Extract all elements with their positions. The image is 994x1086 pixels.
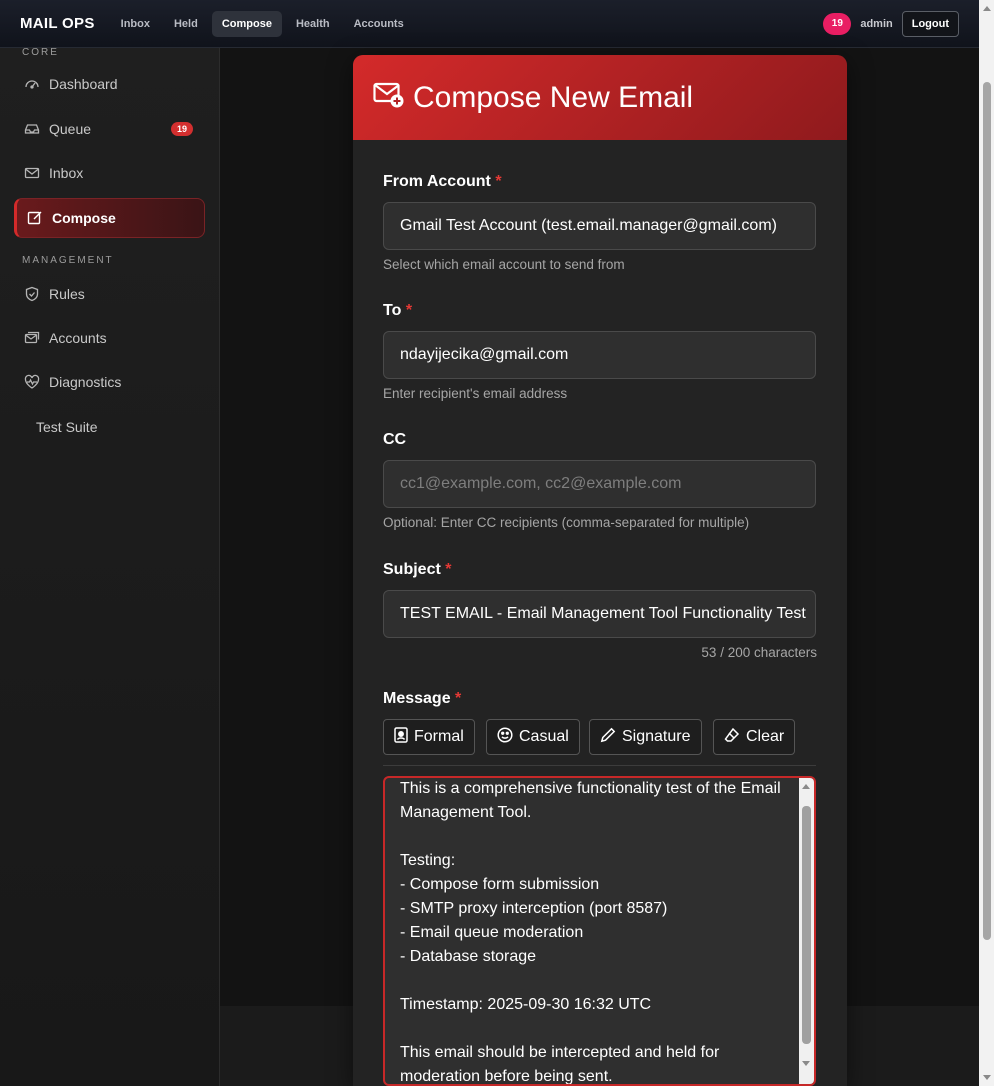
id-badge-icon xyxy=(394,726,414,748)
scroll-up-arrow-icon[interactable] xyxy=(983,6,991,11)
sidebar-item-dashboard[interactable]: Dashboard xyxy=(14,64,205,104)
sidebar-item-queue[interactable]: Queue 19 xyxy=(14,109,205,149)
template-signature-button[interactable]: Signature xyxy=(589,719,702,755)
compose-card: Compose New Email From Account * Gmail T… xyxy=(353,55,847,1086)
template-clear-button[interactable]: Clear xyxy=(713,719,796,755)
page-title: Compose New Email xyxy=(413,80,694,114)
message-scroll-thumb[interactable] xyxy=(802,806,811,1044)
to-label: To * xyxy=(383,302,413,319)
to-input[interactable]: ndayijecika@gmail.com xyxy=(383,331,816,379)
subject-label: Subject * xyxy=(383,561,452,578)
sidebar-item-rules[interactable]: Rules xyxy=(14,274,205,314)
required-marker: * xyxy=(455,690,462,707)
sidebar-section-core: CORE xyxy=(22,47,59,58)
required-marker: * xyxy=(405,302,413,319)
from-account-help: Select which email account to send from xyxy=(383,257,625,272)
envelope-icon xyxy=(24,165,40,181)
top-nav-links: Inbox Held Compose Health Accounts xyxy=(111,10,414,37)
sidebar-item-label: Inbox xyxy=(49,165,84,181)
required-marker: * xyxy=(445,561,452,578)
envelope-plus-icon xyxy=(373,81,405,114)
sidebar-item-test-suite[interactable]: Test Suite xyxy=(14,407,205,447)
template-formal-button[interactable]: Formal xyxy=(383,719,475,755)
cc-input[interactable]: cc1@example.com, cc2@example.com xyxy=(383,460,816,508)
cc-help: Optional: Enter CC recipients (comma-sep… xyxy=(383,515,750,530)
sidebar-item-label: Queue xyxy=(49,121,92,137)
sidebar-section-management: MANAGEMENT xyxy=(22,255,114,266)
page-scrollbar[interactable] xyxy=(979,0,994,1086)
page-scroll-thumb[interactable] xyxy=(983,82,991,940)
message-body-text: This is a comprehensive functionality te… xyxy=(400,780,781,1085)
sidebar-item-label: Compose xyxy=(52,210,116,226)
inbox-tray-icon xyxy=(24,121,40,137)
sidebar-item-accounts[interactable]: Accounts xyxy=(14,318,205,358)
nav-link-accounts[interactable]: Accounts xyxy=(344,11,414,37)
scroll-down-arrow-icon[interactable] xyxy=(983,1075,991,1080)
message-label: Message * xyxy=(383,690,462,707)
brand-logo[interactable]: MAIL OPS xyxy=(20,15,95,32)
sidebar-item-compose[interactable]: Compose xyxy=(14,198,205,238)
required-marker: * xyxy=(495,173,502,190)
sidebar: CORE Dashboard Queue 19 Inbox Compose MA… xyxy=(0,47,220,1086)
sidebar-item-label: Diagnostics xyxy=(49,374,122,390)
sidebar-item-label: Rules xyxy=(49,286,85,302)
notification-badge[interactable]: 19 xyxy=(823,12,852,35)
message-divider xyxy=(383,765,816,766)
subject-input[interactable]: TEST EMAIL - Email Management Tool Funct… xyxy=(383,590,816,638)
sidebar-item-label: Accounts xyxy=(49,330,107,346)
username: admin xyxy=(860,17,893,30)
message-textarea[interactable]: This is a comprehensive functionality te… xyxy=(383,776,816,1086)
sidebar-item-label: Dashboard xyxy=(49,76,118,92)
sidebar-item-label: Test Suite xyxy=(36,419,98,435)
compose-card-header: Compose New Email xyxy=(353,55,847,140)
from-account-select[interactable]: Gmail Test Account (test.email.manager@g… xyxy=(383,202,816,250)
cc-label: CC xyxy=(383,431,407,448)
smiley-icon xyxy=(497,726,519,748)
nav-link-health[interactable]: Health xyxy=(286,11,340,37)
sidebar-item-inbox[interactable]: Inbox xyxy=(14,153,205,193)
scroll-down-arrow-icon[interactable] xyxy=(802,1061,810,1066)
subject-char-counter: 53 / 200 characters xyxy=(701,645,817,660)
heart-pulse-icon xyxy=(24,374,40,390)
queue-count-badge: 19 xyxy=(170,122,193,136)
sidebar-item-diagnostics[interactable]: Diagnostics xyxy=(14,362,205,402)
from-account-label: From Account * xyxy=(383,173,502,190)
top-navbar: MAIL OPS Inbox Held Compose Health Accou… xyxy=(0,0,979,48)
eraser-icon xyxy=(724,727,746,748)
pen-icon xyxy=(600,727,622,748)
shield-check-icon xyxy=(24,286,40,302)
nav-link-held[interactable]: Held xyxy=(164,11,208,37)
template-casual-button[interactable]: Casual xyxy=(486,719,580,755)
to-help: Enter recipient's email address xyxy=(383,386,568,401)
nav-link-compose[interactable]: Compose xyxy=(211,10,282,37)
message-scrollbar[interactable] xyxy=(799,778,814,1084)
gauge-icon xyxy=(24,76,40,92)
logout-button[interactable]: Logout xyxy=(901,10,959,37)
envelopes-icon xyxy=(24,330,40,346)
nav-user-area: 19 admin Logout xyxy=(823,10,959,37)
pencil-square-icon xyxy=(27,210,43,226)
nav-link-inbox[interactable]: Inbox xyxy=(111,11,160,37)
scroll-up-arrow-icon[interactable] xyxy=(802,784,810,789)
